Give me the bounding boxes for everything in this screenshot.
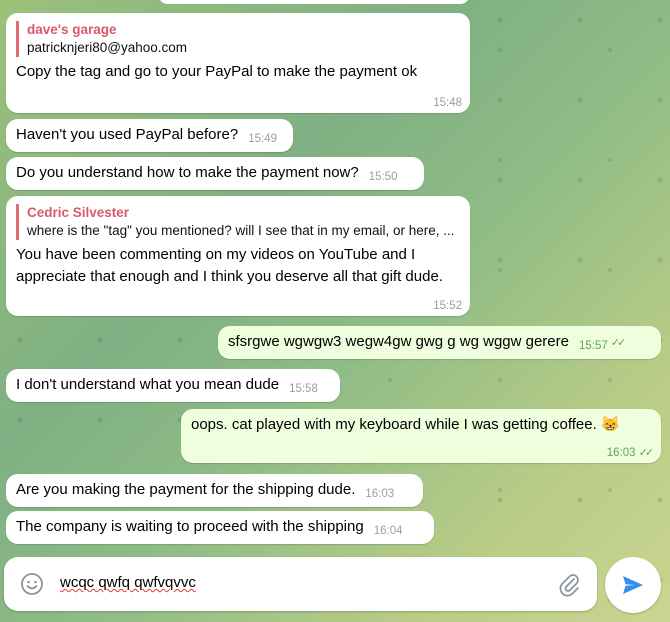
message-time: 16:04	[373, 525, 403, 537]
message-text: The company is waiting to proceed with t…	[16, 518, 364, 535]
double-check-icon: ✓✓	[610, 337, 627, 349]
message-bubble-outgoing[interactable]: sfsrgwe wgwgw3 wegw4gw gwg g wg wggw ger…	[218, 326, 661, 359]
message-bubble[interactable]: Haven't you used PayPal before? 15:49	[6, 119, 293, 152]
message-text: oops. cat played with my keyboard while …	[191, 416, 620, 433]
reply-preview[interactable]: dave's garage patricknjeri80@yahoo.com	[16, 21, 460, 57]
message-input[interactable]: wcqc qwfq qwfvqvvc	[60, 574, 196, 591]
reply-preview[interactable]: Cedric Silvester where is the "tag" you …	[16, 204, 460, 240]
reply-sender: Cedric Silvester	[27, 205, 130, 220]
paperclip-icon[interactable]	[557, 571, 581, 597]
message-composer[interactable]: wcqc qwfq qwfvqvvc	[4, 557, 597, 611]
message-time: 16:03	[606, 447, 636, 459]
message-time: 15:57	[579, 340, 608, 352]
double-check-icon: ✓✓	[638, 447, 655, 459]
message-text: sfsrgwe wgwgw3 wegw4gw gwg g wg wggw ger…	[228, 333, 569, 350]
message-bubble[interactable]: Do you understand how to make the paymen…	[6, 157, 424, 190]
message-time: 15:50	[368, 171, 398, 183]
message-text: Haven't you used PayPal before?	[16, 126, 239, 143]
message-text: Do you understand how to make the paymen…	[16, 164, 359, 181]
message-text: Are you making the payment for the shipp…	[16, 481, 356, 498]
smile-icon[interactable]	[20, 572, 44, 596]
message-time: 15:49	[248, 133, 277, 145]
message-bubble[interactable]: dave's garage patricknjeri80@yahoo.com C…	[6, 13, 470, 113]
message-time: 15:52	[433, 300, 462, 312]
message-time: 15:48	[433, 97, 462, 109]
message-bubble[interactable]: I don't understand what you mean dude 15:…	[6, 369, 340, 402]
message-text: You have been commenting on my videos on…	[16, 246, 443, 285]
message-time: 16:03	[365, 488, 395, 500]
previous-message-edge	[158, 0, 470, 4]
reply-snippet: patricknjeri80@yahoo.com	[27, 40, 188, 55]
reply-snippet: where is the "tag" you mentioned? will I…	[27, 223, 455, 238]
message-text: I don't understand what you mean dude	[16, 376, 280, 393]
send-icon	[621, 573, 645, 597]
message-bubble-outgoing[interactable]: oops. cat played with my keyboard while …	[181, 409, 661, 463]
message-time: 15:58	[289, 383, 318, 395]
reply-sender: dave's garage	[27, 22, 117, 37]
message-text: Copy the tag and go to your PayPal to ma…	[16, 63, 418, 80]
message-bubble[interactable]: Are you making the payment for the shipp…	[6, 474, 423, 507]
message-bubble[interactable]: The company is waiting to proceed with t…	[6, 511, 434, 544]
message-bubble[interactable]: Cedric Silvester where is the "tag" you …	[6, 196, 470, 316]
send-button[interactable]	[605, 557, 661, 613]
